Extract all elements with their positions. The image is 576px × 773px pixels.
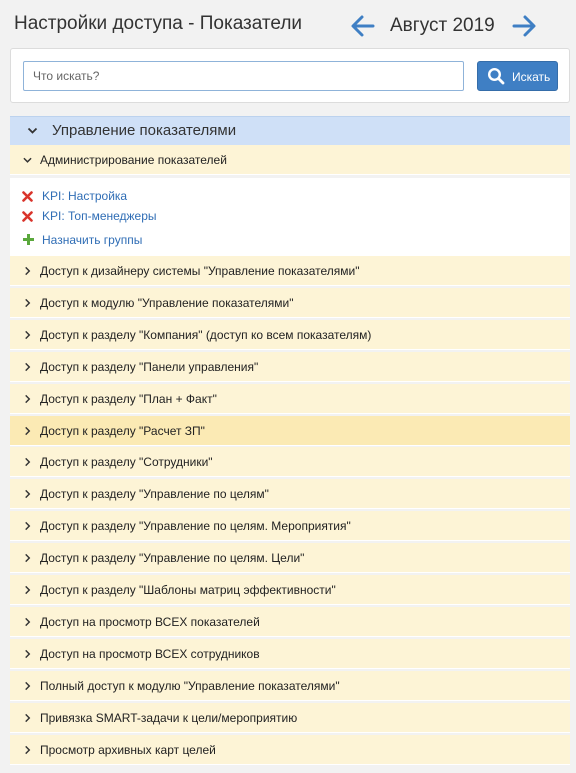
chevron-right-icon xyxy=(25,394,31,404)
group-label: Привязка SMART-задачи к цели/мероприятию xyxy=(40,711,298,725)
assigned-group-link[interactable]: KPI: Настройка xyxy=(42,189,127,203)
chevron-right-icon xyxy=(25,298,31,308)
group-label: Администрирование показателей xyxy=(40,153,227,167)
group-label: Доступ к разделу "Шаблоны матриц эффекти… xyxy=(40,583,336,597)
group-label: Доступ к дизайнеру системы "Управление п… xyxy=(40,264,360,278)
group-label: Доступ к разделу "План + Факт" xyxy=(40,392,217,406)
assign-groups-row: Назначить группы xyxy=(10,231,310,249)
assigned-group-item: KPI: Топ-менеджеры xyxy=(10,207,310,225)
chevron-right-icon xyxy=(25,266,31,276)
search-panel: Искать xyxy=(10,48,570,103)
group-row[interactable]: Привязка SMART-задачи к цели/мероприятию xyxy=(10,703,570,733)
assigned-group-link[interactable]: KPI: Топ-менеджеры xyxy=(42,209,157,223)
group-label: Доступ к разделу "Управление по целям. Ц… xyxy=(40,551,305,565)
search-input[interactable] xyxy=(23,61,464,91)
group-row[interactable]: Доступ к разделу "План + Факт" xyxy=(10,384,570,414)
group-row[interactable]: Доступ к разделу "Управление по целям" xyxy=(10,479,570,509)
chevron-right-icon xyxy=(25,681,31,691)
chevron-down-icon xyxy=(23,157,32,163)
remove-icon[interactable] xyxy=(22,211,33,222)
chevron-right-icon xyxy=(25,489,31,499)
group-label: Доступ к разделу "Панели управления" xyxy=(40,360,259,374)
group-row[interactable]: Доступ к разделу "Компания" (доступ ко в… xyxy=(10,320,570,350)
remove-icon[interactable] xyxy=(22,191,33,202)
arrow-left-icon[interactable] xyxy=(350,13,376,39)
group-label: Доступ к разделу "Управление по целям" xyxy=(40,487,269,501)
chevron-right-icon xyxy=(25,330,31,340)
assign-groups-link[interactable]: Назначить группы xyxy=(42,233,142,247)
group-row[interactable]: Доступ на просмотр ВСЕХ сотрудников xyxy=(10,639,570,669)
group-row[interactable]: Доступ к дизайнеру системы "Управление п… xyxy=(10,256,570,286)
group-label: Доступ к разделу "Сотрудники" xyxy=(40,455,213,469)
group-row[interactable]: Просмотр архивных карт целей xyxy=(10,735,570,765)
month-label: Август 2019 xyxy=(390,15,495,36)
group-row[interactable]: Доступ к модулю "Управление показателями… xyxy=(10,288,570,318)
chevron-right-icon xyxy=(25,745,31,755)
group-label: Доступ на просмотр ВСЕХ показателей xyxy=(40,615,260,629)
plus-icon[interactable] xyxy=(22,233,35,246)
group-row-expanded[interactable]: Администрирование показателей xyxy=(10,145,570,175)
chevron-right-icon xyxy=(25,553,31,563)
group-row[interactable]: Доступ к разделу "Шаблоны матриц эффекти… xyxy=(10,575,570,605)
chevron-down-icon xyxy=(27,127,38,134)
page-header: Настройки доступа - Показатели Август 20… xyxy=(0,0,576,50)
expanded-group-body: KPI: Настройка KPI: Топ-менеджеры Назнач… xyxy=(10,178,570,256)
group-label: Доступ к модулю "Управление показателями… xyxy=(40,296,294,310)
assigned-group-item: KPI: Настройка xyxy=(10,187,310,205)
group-label: Доступ к разделу "Компания" (доступ ко в… xyxy=(40,328,372,342)
group-label: Полный доступ к модулю "Управление показ… xyxy=(40,679,340,693)
chevron-right-icon xyxy=(25,362,31,372)
group-label: Просмотр архивных карт целей xyxy=(40,743,216,757)
chevron-right-icon xyxy=(25,457,31,467)
group-label: Доступ к разделу "Расчет ЗП" xyxy=(40,424,205,438)
chevron-right-icon xyxy=(25,649,31,659)
group-row[interactable]: Доступ на просмотр ВСЕХ показателей xyxy=(10,607,570,637)
group-label: Доступ на просмотр ВСЕХ сотрудников xyxy=(40,647,260,661)
group-row[interactable]: Доступ к разделу "Расчет ЗП" xyxy=(10,416,570,446)
chevron-right-icon xyxy=(25,713,31,723)
section-title: Управление показателями xyxy=(52,122,237,139)
group-row[interactable]: Доступ к разделу "Панели управления" xyxy=(10,352,570,382)
group-label: Доступ к разделу "Управление по целям. М… xyxy=(40,519,351,533)
chevron-right-icon xyxy=(25,585,31,595)
group-row[interactable]: Полный доступ к модулю "Управление показ… xyxy=(10,671,570,701)
group-row[interactable]: Доступ к разделу "Управление по целям. М… xyxy=(10,511,570,541)
group-row[interactable]: Доступ к разделу "Управление по целям. Ц… xyxy=(10,543,570,573)
group-row[interactable]: Доступ к разделу "Сотрудники" xyxy=(10,447,570,477)
page-title: Настройки доступа - Показатели xyxy=(14,13,303,34)
chevron-right-icon xyxy=(25,426,31,436)
search-icon xyxy=(487,67,505,85)
chevron-right-icon xyxy=(25,617,31,627)
search-button-label: Искать xyxy=(512,70,551,84)
search-button[interactable]: Искать xyxy=(477,61,558,91)
section-header[interactable]: Управление показателями xyxy=(10,116,570,145)
arrow-right-icon[interactable] xyxy=(511,13,537,39)
chevron-right-icon xyxy=(25,521,31,531)
